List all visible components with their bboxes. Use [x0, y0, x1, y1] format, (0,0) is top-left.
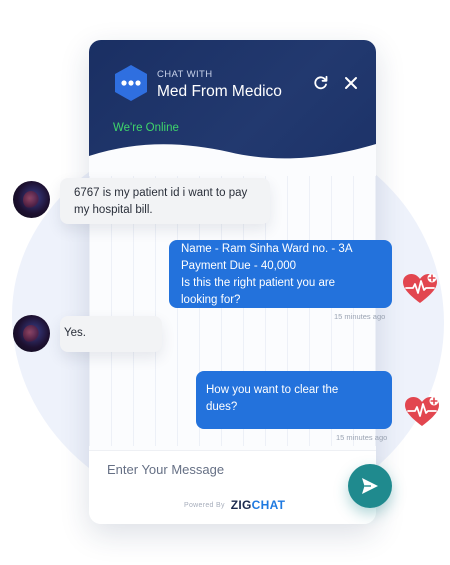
message-input[interactable]: Enter Your Message — [107, 462, 224, 477]
brand-part-1: ZIG — [230, 498, 252, 512]
composer: Enter Your Message Powered By ZIGCHAT — [89, 450, 376, 524]
message-time: 15 minutes ago — [334, 312, 386, 321]
brand-part-2: CHAT — [251, 498, 286, 512]
heart-pulse-icon — [403, 273, 437, 303]
bot-message: How you want to clear the dues? — [196, 371, 392, 429]
message-line: looking for? — [181, 294, 241, 306]
message-line: Name - Ram Sinha Ward no. - 3A — [181, 243, 353, 255]
bot-message: Name - Ram Sinha Ward no. - 3A Payment D… — [169, 240, 392, 308]
refresh-icon[interactable] — [312, 74, 330, 92]
send-icon — [362, 478, 378, 494]
user-message: Yes. — [60, 316, 162, 352]
chat-logo-icon — [115, 65, 147, 101]
chat-with-label: CHAT WITH — [157, 69, 213, 80]
send-button[interactable] — [348, 464, 392, 508]
zigchat-logo: ZIGCHAT — [231, 498, 286, 512]
close-icon[interactable] — [342, 74, 360, 92]
message-line: my hospital bill. — [74, 204, 153, 216]
message-line: Is this the right patient you are — [181, 277, 336, 289]
message-line: Yes. — [64, 327, 86, 339]
chat-header: CHAT WITH Med From Medico We're Online — [89, 40, 376, 176]
heart-pulse-icon — [405, 396, 439, 426]
message-time: 15 minutes ago — [336, 433, 388, 442]
message-line: dues? — [206, 401, 238, 413]
message-line: Payment Due - 40,000 — [181, 260, 297, 272]
powered-by: Powered By ZIGCHAT — [184, 498, 285, 512]
powered-by-label: Powered By — [184, 501, 225, 509]
user-avatar — [13, 315, 50, 352]
bot-name: Med From Medico — [157, 83, 282, 100]
user-message: 6767 is my patient id i want to pay my h… — [60, 178, 270, 224]
online-status: We're Online — [113, 122, 179, 134]
message-line: 6767 is my patient id i want to pay — [74, 187, 248, 199]
message-line: How you want to clear the — [206, 384, 339, 396]
user-avatar — [13, 181, 50, 218]
header-wave — [89, 144, 376, 176]
